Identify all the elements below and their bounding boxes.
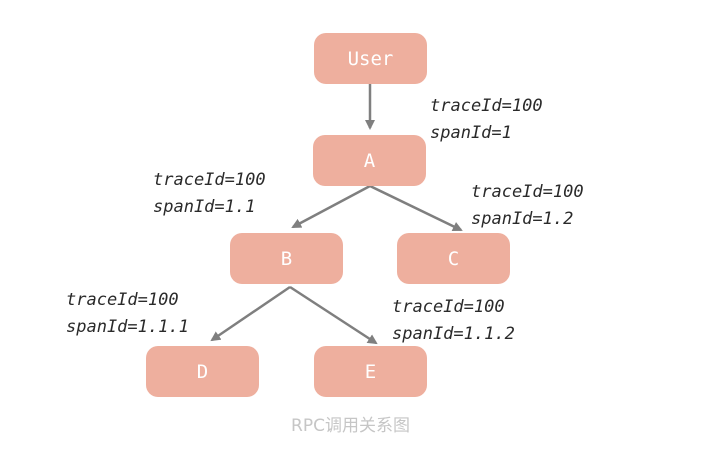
label-e: traceId=100 spanId=1.1.2 — [392, 294, 515, 348]
edge-a-to-c — [369, 184, 463, 232]
label-a-span-id: spanId=1 — [430, 123, 512, 143]
label-a-trace-id: traceId=100 — [430, 96, 543, 116]
label-c: traceId=100 spanId=1.2 — [471, 179, 584, 233]
label-a: traceId=100 spanId=1 — [430, 93, 543, 147]
label-e-span-id: spanId=1.1.2 — [392, 324, 515, 344]
edge-b-to-e — [289, 285, 378, 345]
diagram-caption: RPC调用关系图 — [291, 416, 410, 436]
label-b-trace-id: traceId=100 — [153, 170, 266, 190]
label-b-span-id: spanId=1.1 — [153, 197, 256, 217]
label-d-trace-id: traceId=100 — [66, 290, 179, 310]
label-e-trace-id: traceId=100 — [392, 297, 505, 317]
node-user: User — [314, 33, 427, 84]
label-b: traceId=100 spanId=1.1 — [153, 167, 266, 221]
node-b: B — [230, 233, 343, 284]
label-c-trace-id: traceId=100 — [471, 182, 584, 202]
node-d: D — [146, 346, 259, 397]
rpc-call-diagram: User A B C D E traceId=100 spanId=1 trac… — [0, 0, 701, 453]
label-c-span-id: spanId=1.2 — [471, 209, 574, 229]
node-e: E — [314, 346, 427, 397]
label-d: traceId=100 spanId=1.1.1 — [66, 287, 189, 341]
edge-a-to-b — [291, 184, 371, 229]
label-d-span-id: spanId=1.1.1 — [66, 317, 189, 337]
node-a: A — [313, 135, 426, 186]
node-c: C — [397, 233, 510, 284]
edge-b-to-d — [210, 285, 291, 342]
